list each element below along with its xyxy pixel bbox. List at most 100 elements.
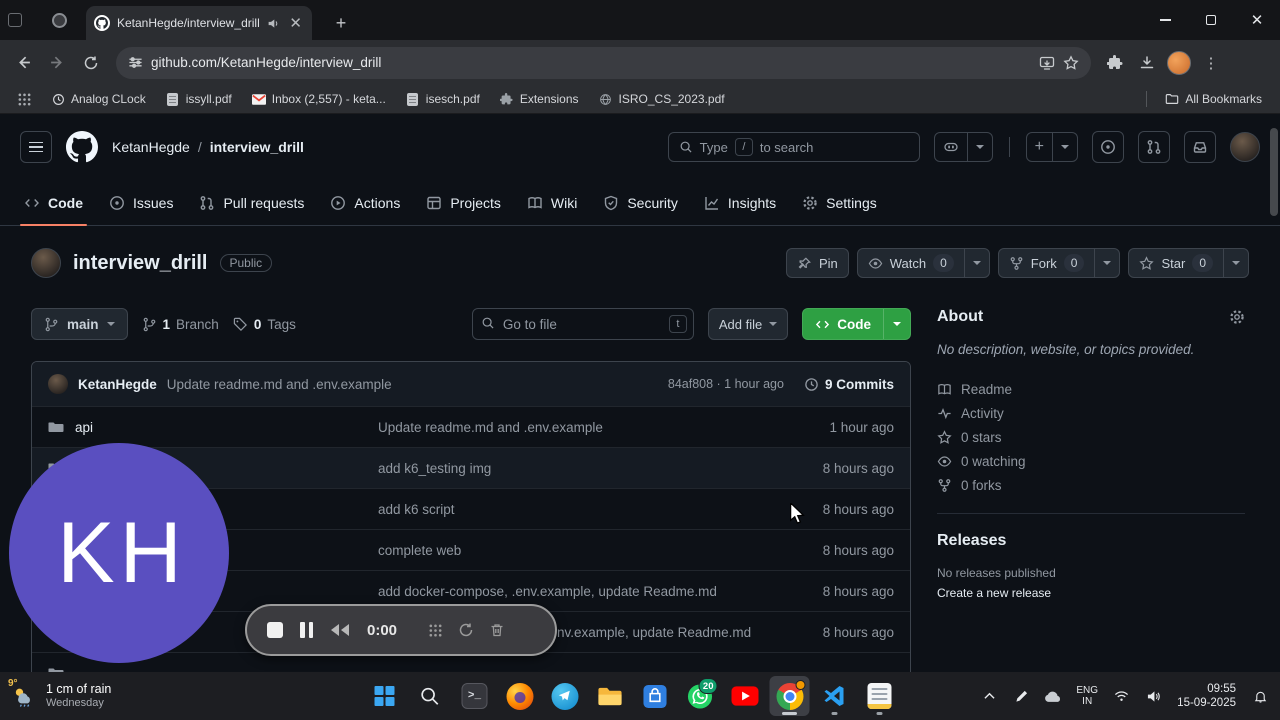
commit-history-link[interactable]: 9 Commits xyxy=(804,377,894,392)
window-maximize-button[interactable] xyxy=(1188,0,1234,40)
volume-icon[interactable] xyxy=(1139,680,1167,712)
tab-security[interactable]: Security xyxy=(593,180,688,225)
commit-meta[interactable]: 84af808 · 1 hour ago xyxy=(668,377,784,391)
back-button[interactable] xyxy=(8,48,38,78)
watch-button[interactable]: Watch 0 xyxy=(856,248,990,278)
hamburger-menu-button[interactable] xyxy=(20,131,52,163)
window-icon[interactable] xyxy=(8,13,22,27)
code-dropdown-button[interactable]: Code xyxy=(802,308,911,340)
bookmark-item[interactable]: ISRO_CS_2023.pdf xyxy=(591,89,733,109)
fork-button[interactable]: Fork 0 xyxy=(997,248,1121,278)
pen-tray-icon[interactable] xyxy=(1007,680,1035,712)
tab-wiki[interactable]: Wiki xyxy=(517,180,587,225)
copilot-icon[interactable] xyxy=(935,133,967,161)
network-icon[interactable] xyxy=(1107,680,1135,712)
tab-projects[interactable]: Projects xyxy=(416,180,511,225)
repo-title[interactable]: interview_drill xyxy=(73,252,208,275)
tab-audio-icon[interactable] xyxy=(267,17,280,30)
window-close-button[interactable]: ✕ xyxy=(1234,0,1280,40)
bookmark-star-icon[interactable] xyxy=(1063,54,1079,71)
bookmark-item[interactable]: Extensions xyxy=(492,89,587,109)
notepad-button[interactable] xyxy=(860,676,900,716)
reload-button[interactable] xyxy=(76,48,106,78)
taskbar-search-button[interactable] xyxy=(410,676,450,716)
extensions-icon[interactable] xyxy=(1101,49,1129,77)
install-app-icon[interactable] xyxy=(1039,55,1055,71)
all-bookmarks-button[interactable]: All Bookmarks xyxy=(1157,89,1270,109)
copilot-button[interactable] xyxy=(933,132,993,162)
bookmark-item[interactable]: Analog CLock xyxy=(43,89,154,109)
window-minimize-button[interactable] xyxy=(1142,0,1188,40)
tray-chevron-up-icon[interactable] xyxy=(975,680,1003,712)
stars-link[interactable]: 0 stars xyxy=(937,430,1245,445)
pull-requests-icon-button[interactable] xyxy=(1138,131,1170,163)
breadcrumb-owner[interactable]: KetanHegde xyxy=(112,139,190,155)
grid-dots-icon[interactable] xyxy=(428,623,443,638)
url-text[interactable]: github.com/KetanHegde/interview_drill xyxy=(151,55,1031,70)
breadcrumb-repo[interactable]: interview_drill xyxy=(210,139,304,155)
new-tab-button[interactable]: + xyxy=(328,10,354,36)
create-new-button[interactable]: + xyxy=(1025,132,1078,162)
weather-widget[interactable]: 9° 1 cm of rain Wednesday xyxy=(0,672,123,720)
tab-actions[interactable]: Actions xyxy=(320,180,410,225)
file-explorer-button[interactable] xyxy=(590,676,630,716)
recording-indicator-icon[interactable] xyxy=(52,12,67,28)
latest-commit-bar[interactable]: KetanHegde Update readme.md and .env.exa… xyxy=(32,362,910,406)
plus-icon[interactable]: + xyxy=(1027,133,1052,161)
branches-link[interactable]: 1 Branch xyxy=(142,317,219,332)
issues-icon-button[interactable] xyxy=(1092,131,1124,163)
delete-recording-icon[interactable] xyxy=(489,622,505,638)
branch-selector[interactable]: main xyxy=(31,308,128,340)
commit-message[interactable]: Update readme.md and .env.example xyxy=(167,377,658,392)
whatsapp-button[interactable]: 20 xyxy=(680,676,720,716)
browser-menu-icon[interactable]: ⋮ xyxy=(1197,49,1225,77)
language-indicator[interactable]: ENG IN xyxy=(1071,685,1103,707)
terminal-app-button[interactable]: >_ xyxy=(455,676,495,716)
profile-avatar[interactable] xyxy=(1165,49,1193,77)
star-caret[interactable] xyxy=(1223,249,1248,277)
readme-link[interactable]: Readme xyxy=(937,382,1245,397)
bookmark-item[interactable]: isesch.pdf xyxy=(398,89,488,109)
tab-settings[interactable]: Settings xyxy=(792,180,887,225)
firefox-button[interactable] xyxy=(500,676,540,716)
add-file-button[interactable]: Add file xyxy=(707,308,789,340)
page-scrollbar-thumb[interactable] xyxy=(1270,128,1278,216)
forks-link[interactable]: 0 forks xyxy=(937,478,1245,493)
address-bar[interactable]: github.com/KetanHegde/interview_drill xyxy=(116,46,1091,79)
vscode-button[interactable] xyxy=(815,676,855,716)
file-commit-message[interactable]: add k6 script xyxy=(378,502,754,517)
chrome-button[interactable] xyxy=(769,676,810,716)
github-logo-icon[interactable] xyxy=(66,131,98,163)
restart-recording-icon[interactable] xyxy=(458,622,474,638)
watch-caret[interactable] xyxy=(963,249,989,277)
bookmark-item[interactable]: Inbox (2,557) - keta... xyxy=(244,89,394,109)
repo-owner-avatar[interactable] xyxy=(31,248,61,278)
tab-code[interactable]: Code xyxy=(14,180,93,226)
go-to-file-input[interactable] xyxy=(471,308,694,340)
fork-caret[interactable] xyxy=(1094,249,1119,277)
start-button[interactable] xyxy=(365,676,405,716)
commit-author[interactable]: KetanHegde xyxy=(78,377,157,392)
bookmark-item[interactable]: issyll.pdf xyxy=(158,89,240,109)
github-search-box[interactable]: Type / to search xyxy=(667,132,920,162)
forward-button[interactable] xyxy=(42,48,72,78)
file-name[interactable]: api xyxy=(75,420,93,435)
apps-grid-icon[interactable] xyxy=(10,90,39,109)
rewind-icon[interactable] xyxy=(330,623,350,637)
tab-close-icon[interactable]: ✕ xyxy=(287,16,304,31)
watching-link[interactable]: 0 watching xyxy=(937,454,1245,469)
tags-link[interactable]: 0 Tags xyxy=(233,317,296,332)
taskbar-clock[interactable]: 09:55 15-09-2025 xyxy=(1171,682,1242,710)
create-release-link[interactable]: Create a new release xyxy=(937,586,1051,600)
file-commit-message[interactable]: add k6_testing img xyxy=(378,461,754,476)
file-row[interactable]: api Update readme.md and .env.example 1 … xyxy=(32,406,910,447)
go-to-file-search[interactable]: t xyxy=(471,308,694,340)
star-button[interactable]: Star 0 xyxy=(1128,248,1249,278)
notification-bell-icon[interactable] xyxy=(1246,680,1274,712)
about-settings-gear-icon[interactable] xyxy=(1229,309,1245,325)
code-caret[interactable] xyxy=(883,309,910,339)
site-settings-icon[interactable] xyxy=(128,55,143,70)
commit-author-avatar[interactable] xyxy=(48,374,68,394)
pause-recording-button[interactable] xyxy=(300,622,313,638)
file-commit-message[interactable]: complete web xyxy=(378,543,754,558)
